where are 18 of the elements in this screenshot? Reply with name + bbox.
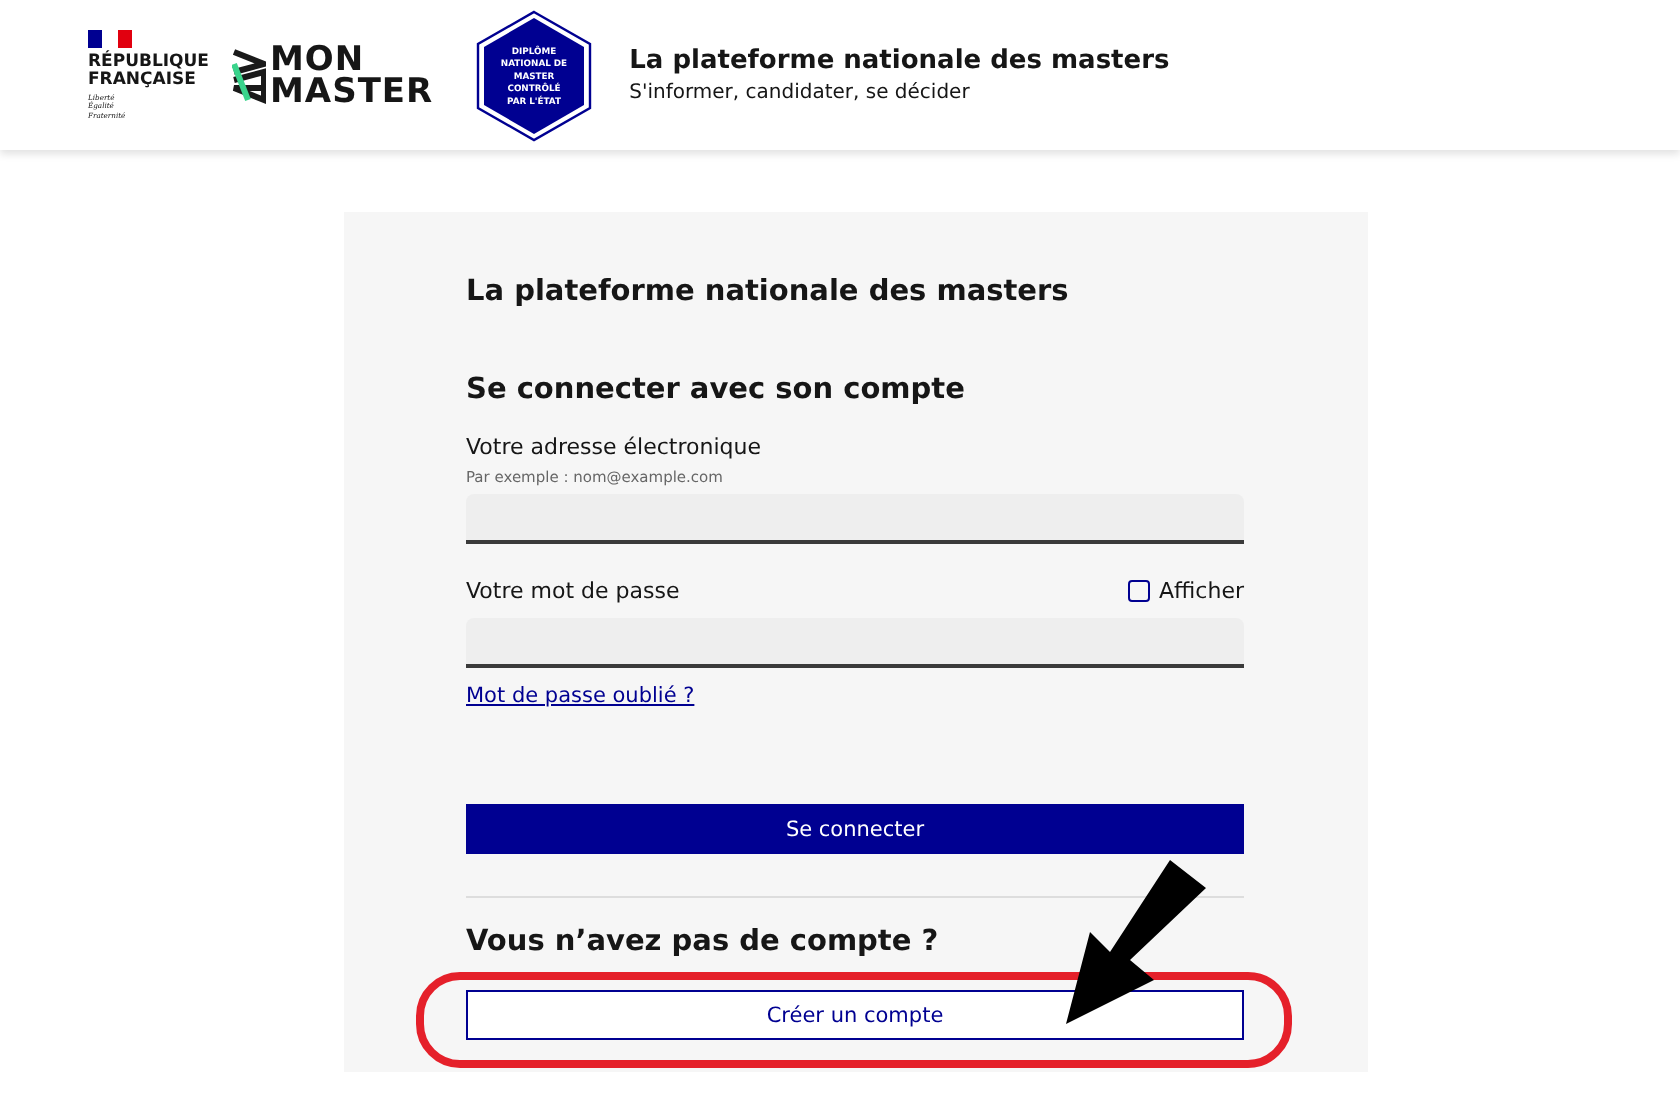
field-label: Votre adresse électronique [466, 434, 763, 460]
site-tagline: S'informer, candidater, se décider [629, 82, 972, 104]
section-heading: Se connecter avec son compte [466, 374, 967, 406]
field-label: Votre mot de passe [466, 578, 680, 604]
forgot-password-link[interactable]: Mot de passe oublié ? [466, 684, 695, 708]
government-name: RÉPUBLIQUE FRANÇAISE [88, 53, 204, 90]
password-field[interactable] [466, 618, 1244, 668]
flag-icon [88, 29, 132, 48]
site-title: La plateforme nationale des masters [629, 46, 1170, 76]
section-heading: Vous n’avez pas de compte ? [466, 926, 941, 958]
login-button[interactable]: Se connecter [466, 804, 1244, 854]
create-account-button[interactable]: Créer un compte [466, 990, 1244, 1040]
logo-icon [232, 45, 266, 105]
card-title: La plateforme nationale des masters [466, 276, 1071, 308]
arrow-icon [1066, 860, 1210, 1024]
show-password-checkbox[interactable]: Afficher [1127, 578, 1244, 604]
email-field[interactable] [466, 494, 1244, 544]
brand-name: MON MASTER [270, 43, 434, 107]
